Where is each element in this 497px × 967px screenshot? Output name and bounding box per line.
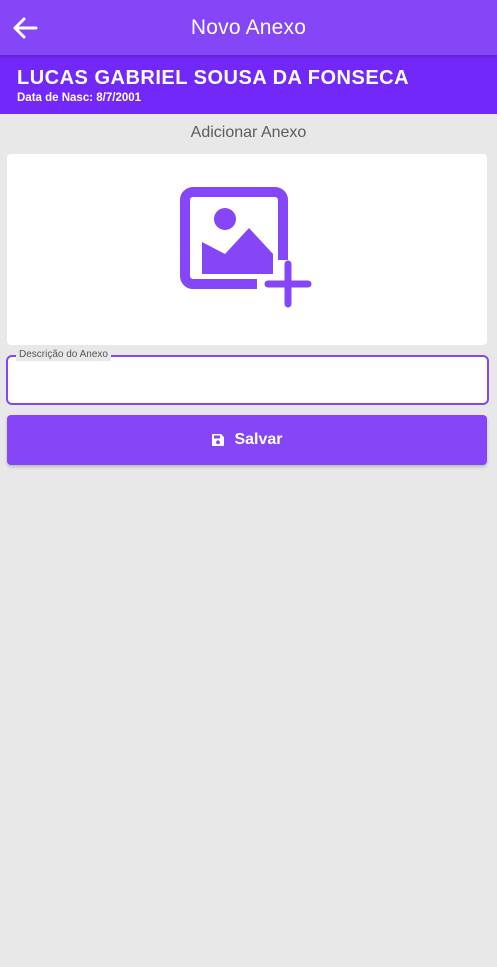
description-field[interactable]: Descrição do Anexo xyxy=(6,349,489,405)
back-button[interactable] xyxy=(10,13,40,43)
page-title: Novo Anexo xyxy=(190,15,307,39)
description-input[interactable] xyxy=(8,357,487,403)
section-title: Adicionar Anexo xyxy=(190,124,307,141)
patient-header: LUCAS GABRIEL SOUSA DA FONSECA Data de N… xyxy=(0,55,497,114)
patient-name: LUCAS GABRIEL SOUSA DA FONSECA xyxy=(17,67,410,89)
dob-label: Data de Nasc: xyxy=(17,92,94,104)
dob-value: 8/7/2001 xyxy=(96,92,142,104)
add-image-card[interactable] xyxy=(7,154,487,345)
save-button-label: Salvar xyxy=(234,431,283,448)
save-button[interactable]: Salvar xyxy=(7,415,487,465)
arrow-left-icon xyxy=(13,17,38,39)
description-field-label: Descrição do Anexo xyxy=(16,349,111,361)
add-photo-icon xyxy=(180,186,312,307)
save-icon xyxy=(211,433,225,447)
app-bar: Novo Anexo xyxy=(0,0,497,55)
patient-dob: Data de Nasc: 8/7/2001 xyxy=(17,91,497,105)
